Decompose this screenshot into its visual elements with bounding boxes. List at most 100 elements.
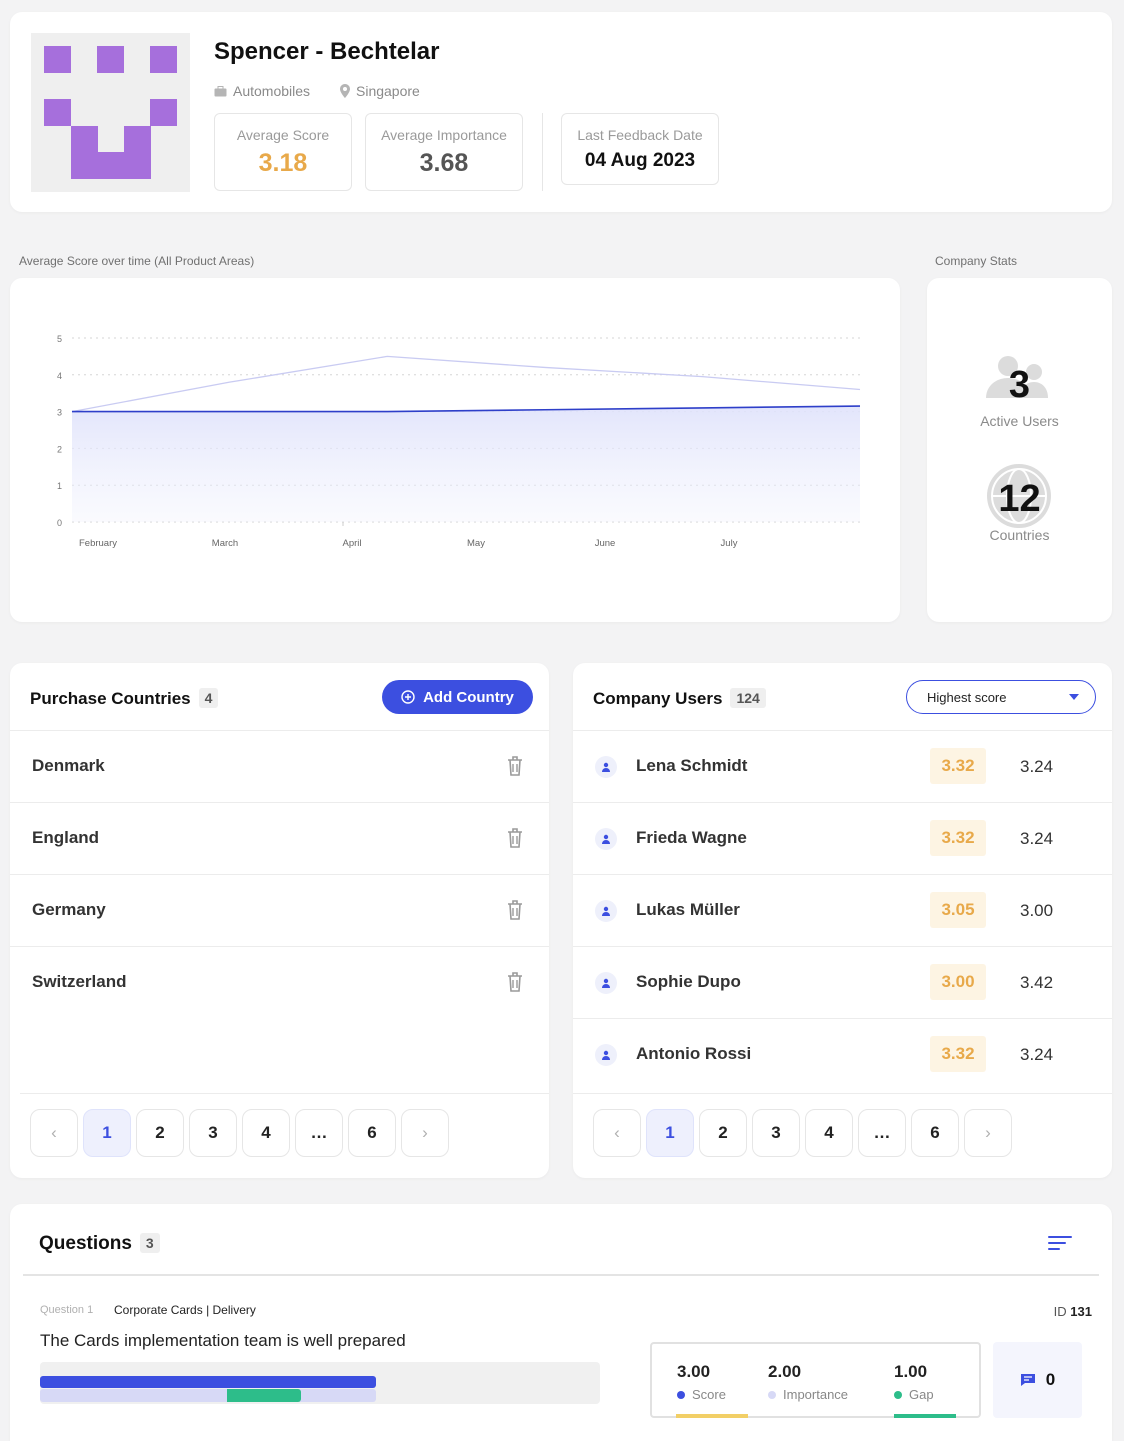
user-name: Frieda Wagne (636, 828, 747, 847)
country-row: Germany (10, 874, 549, 946)
location-pin-icon (340, 84, 350, 98)
question-text: The Cards implementation team is well pr… (40, 1331, 406, 1350)
page-button[interactable]: 3 (189, 1109, 237, 1157)
last-feedback-value: 04 Aug 2023 (584, 150, 696, 171)
company-users-title-text: Company Users (593, 689, 723, 708)
user-row[interactable]: Frieda Wagne 3.32 3.24 (573, 802, 1112, 874)
x-tick-label: June (595, 538, 616, 549)
user-importance: 3.00 (1020, 901, 1054, 920)
stats-section-label: Company Stats (935, 254, 1018, 268)
questions-count: 3 (139, 1233, 160, 1253)
purchase-countries-count: 4 (198, 688, 219, 708)
importance-metric-value: 2.00 (768, 1362, 802, 1381)
sort-select[interactable]: Highest score (906, 680, 1096, 714)
add-country-label: Add Country (423, 688, 514, 706)
gap-metric: 1.00 Gap (894, 1362, 934, 1402)
page-button[interactable]: 4 (805, 1109, 853, 1157)
questions-title-text: Questions (39, 1233, 132, 1254)
question-importance-bar (40, 1389, 376, 1402)
question-id-value: 131 (1070, 1304, 1092, 1319)
page-button[interactable]: 6 (911, 1109, 959, 1157)
user-importance: 3.42 (1020, 973, 1054, 992)
comments-button[interactable]: 0 (993, 1342, 1082, 1418)
y-tick-label: 2 (57, 444, 62, 454)
page-button[interactable]: 3 (752, 1109, 800, 1157)
country-name: England (32, 828, 100, 847)
page-button[interactable]: 1 (646, 1109, 694, 1157)
user-name: Antonio Rossi (636, 1044, 752, 1063)
sort-select-value: Highest score (927, 689, 1007, 705)
user-score: 3.00 (930, 964, 986, 1000)
country-row: Switzerland (10, 946, 549, 1018)
country-row: England (10, 802, 549, 874)
x-tick-label: May (467, 538, 485, 549)
page-button[interactable]: 2 (136, 1109, 184, 1157)
importance-metric-label: Importance (783, 1387, 849, 1402)
company-header: Spencer - Bechtelar Automobiles Singapor… (10, 12, 1112, 212)
page-button[interactable]: 2 (699, 1109, 747, 1157)
user-importance: 3.24 (1020, 757, 1054, 776)
page-ellipsis[interactable]: … (295, 1109, 343, 1157)
sort-filter-icon[interactable] (1048, 1235, 1072, 1251)
purchase-countries-title: Purchase Countries 4 (30, 688, 219, 709)
company-users-card: Company Users 124 Highest score Lena Schm… (573, 663, 1112, 1178)
page-button[interactable]: 4 (242, 1109, 290, 1157)
user-name: Lukas Müller (636, 900, 740, 919)
delete-icon[interactable] (506, 755, 524, 777)
purchase-countries-title-text: Purchase Countries (30, 689, 191, 708)
user-score: 3.32 (930, 1036, 986, 1072)
user-row[interactable]: Lukas Müller 3.05 3.00 (573, 874, 1112, 946)
user-row[interactable]: Antonio Rossi 3.32 3.24 (573, 1018, 1112, 1090)
importance-metric: 2.00 Importance (768, 1362, 848, 1402)
user-row[interactable]: Sophie Dupo 3.00 3.42 (573, 946, 1112, 1018)
score-area-fill (72, 406, 860, 522)
question-score-bar (40, 1376, 376, 1388)
y-tick-label: 0 (57, 518, 62, 528)
last-feedback-label: Last Feedback Date (577, 127, 703, 143)
delete-icon[interactable] (506, 899, 524, 921)
user-row[interactable]: Lena Schmidt 3.32 3.24 (573, 730, 1112, 802)
page-button[interactable]: 6 (348, 1109, 396, 1157)
industry-label: Automobiles (233, 83, 311, 99)
company-name: Spencer - Bechtelar (214, 38, 440, 65)
briefcase-icon (214, 85, 227, 96)
user-icon (595, 756, 617, 778)
user-importance: 3.24 (1020, 1045, 1054, 1064)
question-tags: Corporate Cards | Delivery (114, 1303, 256, 1317)
chart-section-label: Average Score over time (All Product Are… (19, 254, 255, 268)
country-name: Germany (32, 900, 106, 919)
y-tick-label: 3 (57, 408, 62, 418)
user-icon (595, 900, 617, 922)
gap-underline (894, 1414, 956, 1418)
company-users-count: 124 (730, 688, 766, 708)
series-line (71, 355, 861, 413)
next-page-button[interactable]: › (401, 1109, 449, 1157)
active-users-stat: 3 Active Users (927, 356, 1112, 429)
users-list: Lena Schmidt 3.32 3.24 Frieda Wagne 3.32… (573, 730, 1112, 1090)
x-tick-label: February (79, 538, 117, 549)
prev-page-button[interactable]: ‹ (593, 1109, 641, 1157)
score-metric-label-row: Score (677, 1387, 726, 1402)
score-over-time-chart: 5 4 3 2 1 0 February March April May June July (10, 278, 900, 622)
active-users-label: Active Users (980, 413, 1059, 429)
page-button[interactable]: 1 (83, 1109, 131, 1157)
gap-legend-dot (894, 1390, 902, 1399)
score-legend-dot (677, 1390, 685, 1399)
users-pagination: ‹ 1 2 3 4 … 6 › (593, 1109, 1012, 1157)
user-icon (595, 828, 617, 850)
prev-page-button[interactable]: ‹ (30, 1109, 78, 1157)
average-importance-value: 3.68 (419, 149, 469, 177)
delete-icon[interactable] (506, 827, 524, 849)
score-metric: 3.00 Score (677, 1362, 726, 1402)
active-users-count: 3 (1008, 364, 1031, 406)
page-ellipsis[interactable]: … (858, 1109, 906, 1157)
comments-count: 0 (1045, 1370, 1056, 1389)
score-metric-label: Score (692, 1387, 726, 1402)
gap-metric-label: Gap (909, 1387, 934, 1402)
next-page-button[interactable]: › (964, 1109, 1012, 1157)
location-meta: Singapore (340, 83, 420, 99)
pager-divider (573, 1093, 1112, 1094)
x-tick-label: April (342, 538, 361, 549)
add-country-button[interactable]: Add Country (382, 680, 533, 714)
delete-icon[interactable] (506, 971, 524, 993)
